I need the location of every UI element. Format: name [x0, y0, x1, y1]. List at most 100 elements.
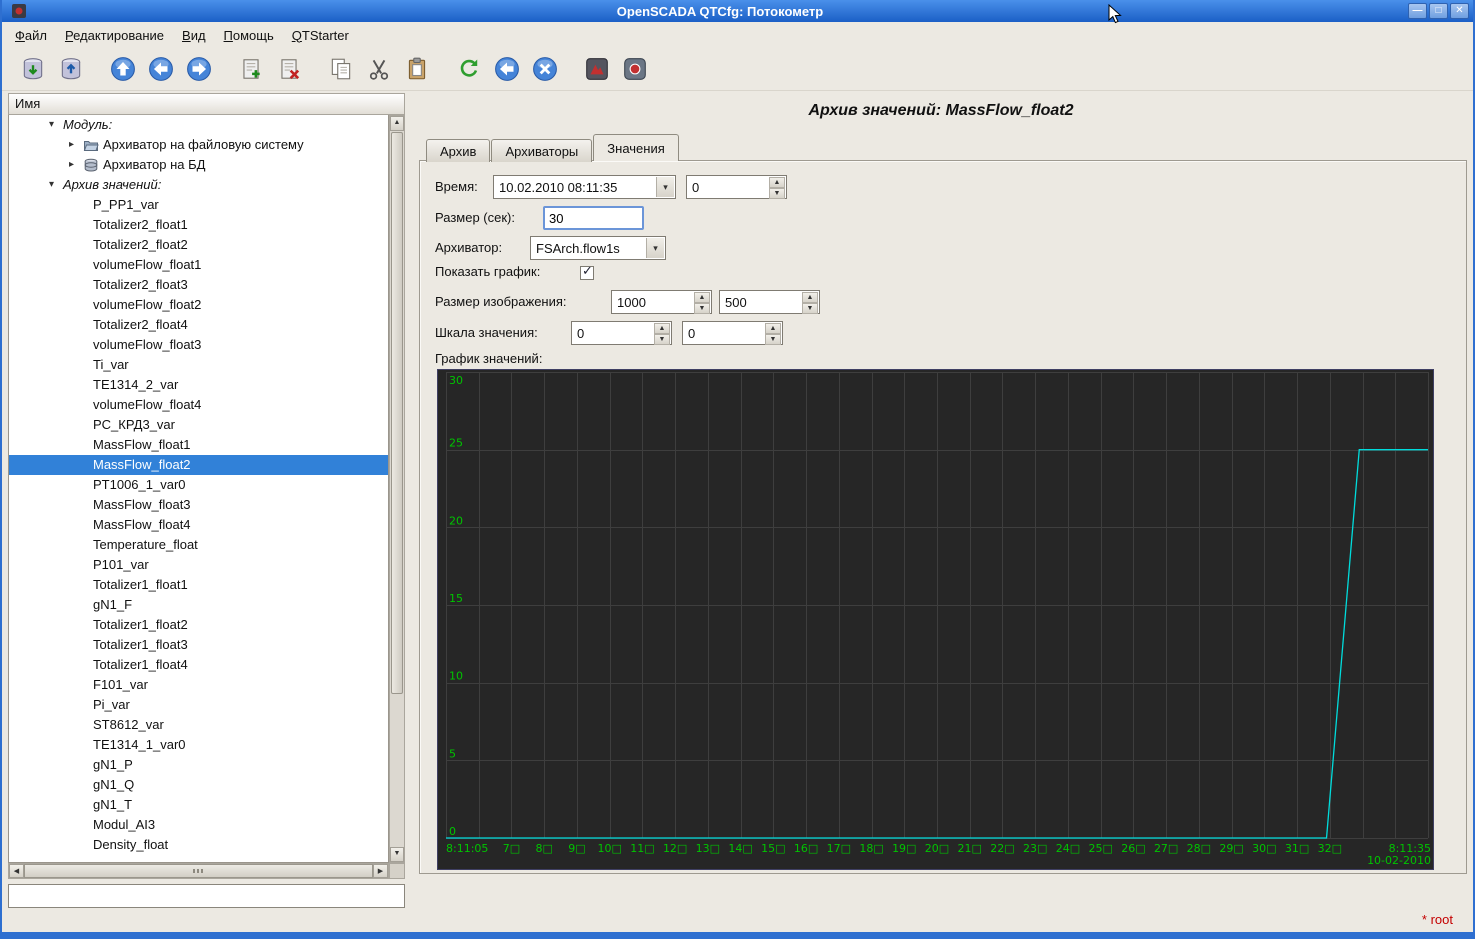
spin-up-icon[interactable]: ▲ [694, 292, 710, 303]
tree-vertical-scrollbar[interactable]: ▲ ▼ [389, 115, 405, 863]
tree-item-Density_float[interactable]: Density_float [9, 835, 388, 855]
tree-item-Totalizer2_float2[interactable]: Totalizer2_float2 [9, 235, 388, 255]
tree-item-Pi_var[interactable]: Pi_var [9, 695, 388, 715]
tree-item-MassFlow_float1[interactable]: MassFlow_float1 [9, 435, 388, 455]
tree-item-Ti_var[interactable]: Ti_var [9, 355, 388, 375]
scale-min-spinbox[interactable]: 0 ▲▼ [571, 321, 672, 345]
tab-archivators[interactable]: Архиваторы [491, 139, 592, 162]
time-dropdown-icon[interactable]: ▾ [656, 177, 674, 197]
menu-item-file[interactable]: Файл [6, 24, 56, 47]
menu-item-view[interactable]: Вид [173, 24, 215, 47]
scroll-left-icon[interactable]: ◀ [9, 864, 24, 878]
tree-item-Modul_AI3[interactable]: Modul_AI3 [9, 815, 388, 835]
tree-item-MassFlow_float3[interactable]: MassFlow_float3 [9, 495, 388, 515]
time-msec-spinbox[interactable]: 0 ▲▼ [686, 175, 787, 199]
tree-item-PC_КРД3_var[interactable]: PC_КРД3_var [9, 415, 388, 435]
spin-up-icon[interactable]: ▲ [802, 292, 818, 303]
tree-item-P101_var[interactable]: P101_var [9, 555, 388, 575]
refresh-button[interactable] [451, 51, 487, 87]
tree-filter-input[interactable] [8, 884, 405, 908]
spin-up-icon[interactable]: ▲ [765, 323, 781, 334]
spin-up-icon[interactable]: ▲ [654, 323, 670, 334]
qtcfg-module-button[interactable] [579, 51, 615, 87]
spin-up-icon[interactable]: ▲ [769, 177, 785, 188]
vision-module-button[interactable] [617, 51, 653, 87]
show-graph-checkbox[interactable]: ✓ [580, 266, 594, 280]
next-button[interactable] [181, 51, 217, 87]
tree-item-TE1314_1_var0[interactable]: TE1314_1_var0 [9, 735, 388, 755]
save-to-db-button[interactable] [53, 51, 89, 87]
titlebar[interactable]: OpenSCADA QTCfg: Потокометр —□✕ [2, 0, 1473, 22]
vertical-scroll-thumb[interactable] [391, 132, 403, 694]
horizontal-scroll-thumb[interactable] [24, 864, 373, 878]
tree-item-module-branch[interactable]: ▾Модуль: [9, 115, 388, 135]
tree-item-Totalizer1_float3[interactable]: Totalizer1_float3 [9, 635, 388, 655]
start-updating-button[interactable] [489, 51, 525, 87]
spin-down-icon[interactable]: ▼ [769, 188, 785, 199]
menu-item-help[interactable]: Помощь [215, 24, 283, 47]
menu-item-edit[interactable]: Редактирование [56, 24, 173, 47]
size-input[interactable] [543, 206, 644, 230]
tree-item-PT1006_1_var0[interactable]: PT1006_1_var0 [9, 475, 388, 495]
archiver-combo[interactable]: FSArch.flow1s ▾ [530, 236, 666, 260]
tree-item-gN1_P[interactable]: gN1_P [9, 755, 388, 775]
spin-down-icon[interactable]: ▼ [802, 303, 818, 314]
archiver-dropdown-icon[interactable]: ▾ [646, 238, 664, 258]
previous-button[interactable] [143, 51, 179, 87]
scale-max-spinbox[interactable]: 0 ▲▼ [682, 321, 783, 345]
tree-item-Totalizer2_float4[interactable]: Totalizer2_float4 [9, 315, 388, 335]
tree-item-MassFlow_float2[interactable]: MassFlow_float2 [9, 455, 388, 475]
tree-item-F101_var[interactable]: F101_var [9, 675, 388, 695]
tree-item-volumeFlow_float1[interactable]: volumeFlow_float1 [9, 255, 388, 275]
tree-item-Totalizer1_float4[interactable]: Totalizer1_float4 [9, 655, 388, 675]
close-button[interactable]: ✕ [1450, 3, 1469, 19]
tree-item-volumeFlow_float3[interactable]: volumeFlow_float3 [9, 335, 388, 355]
tree-item-value-archive-branch[interactable]: ▾Архив значений: [9, 175, 388, 195]
tab-archive[interactable]: Архив [426, 139, 490, 162]
branch-expanded-icon[interactable]: ▾ [49, 175, 63, 195]
copy-item-button[interactable] [323, 51, 359, 87]
load-from-db-button[interactable] [15, 51, 51, 87]
paste-item-button[interactable] [399, 51, 435, 87]
up-button[interactable] [105, 51, 141, 87]
tree-item-gN1_Q[interactable]: gN1_Q [9, 775, 388, 795]
cut-item-button[interactable] [361, 51, 397, 87]
add-item-button[interactable] [233, 51, 269, 87]
scroll-up-icon[interactable]: ▲ [390, 116, 404, 131]
image-width-spinbox[interactable]: 1000 ▲▼ [611, 290, 712, 314]
tree-item-MassFlow_float4[interactable]: MassFlow_float4 [9, 515, 388, 535]
minimize-button[interactable]: — [1408, 3, 1427, 19]
tree-item-Totalizer2_float1[interactable]: Totalizer2_float1 [9, 215, 388, 235]
menu-item-qtstarter[interactable]: QTStarter [283, 24, 358, 47]
branch-expanded-icon[interactable]: ▾ [49, 115, 63, 135]
tree-column-header[interactable]: Имя [8, 93, 405, 115]
tree-item-volumeFlow_float2[interactable]: volumeFlow_float2 [9, 295, 388, 315]
tree-item-Totalizer2_float3[interactable]: Totalizer2_float3 [9, 275, 388, 295]
spin-down-icon[interactable]: ▼ [765, 334, 781, 345]
maximize-button[interactable]: □ [1429, 3, 1448, 19]
scroll-down-icon[interactable]: ▼ [390, 847, 404, 862]
tree-item-db-archivator[interactable]: ▸Архиватор на БД [9, 155, 388, 175]
tree-item-fs-archivator[interactable]: ▸Архиватор на файловую систему [9, 135, 388, 155]
image-height-spinbox[interactable]: 500 ▲▼ [719, 290, 820, 314]
tree-item-ST8612_var[interactable]: ST8612_var [9, 715, 388, 735]
scroll-right-icon[interactable]: ▶ [373, 864, 388, 878]
tree-item-gN1_F[interactable]: gN1_F [9, 595, 388, 615]
tree-item-gN1_T[interactable]: gN1_T [9, 795, 388, 815]
branch-collapsed-icon[interactable]: ▸ [69, 155, 83, 175]
tree-item-TE1314_2_var[interactable]: TE1314_2_var [9, 375, 388, 395]
tree-item-Totalizer1_float2[interactable]: Totalizer1_float2 [9, 615, 388, 635]
branch-collapsed-icon[interactable]: ▸ [69, 135, 83, 155]
tree-item-P_PP1_var[interactable]: P_PP1_var [9, 195, 388, 215]
delete-item-button[interactable] [271, 51, 307, 87]
stop-updating-button[interactable] [527, 51, 563, 87]
tree-horizontal-scrollbar[interactable]: ◀ ▶ [8, 863, 389, 879]
tree-item-Totalizer1_float1[interactable]: Totalizer1_float1 [9, 575, 388, 595]
tree-item-volumeFlow_float4[interactable]: volumeFlow_float4 [9, 395, 388, 415]
tab-values[interactable]: Значения [593, 134, 678, 161]
spin-down-icon[interactable]: ▼ [694, 303, 710, 314]
tree-item-Temperature_float[interactable]: Temperature_float [9, 535, 388, 555]
time-combo[interactable]: 10.02.2010 08:11:35 ▾ [493, 175, 676, 199]
spin-down-icon[interactable]: ▼ [654, 334, 670, 345]
vertical-scroll-track[interactable] [390, 695, 404, 847]
